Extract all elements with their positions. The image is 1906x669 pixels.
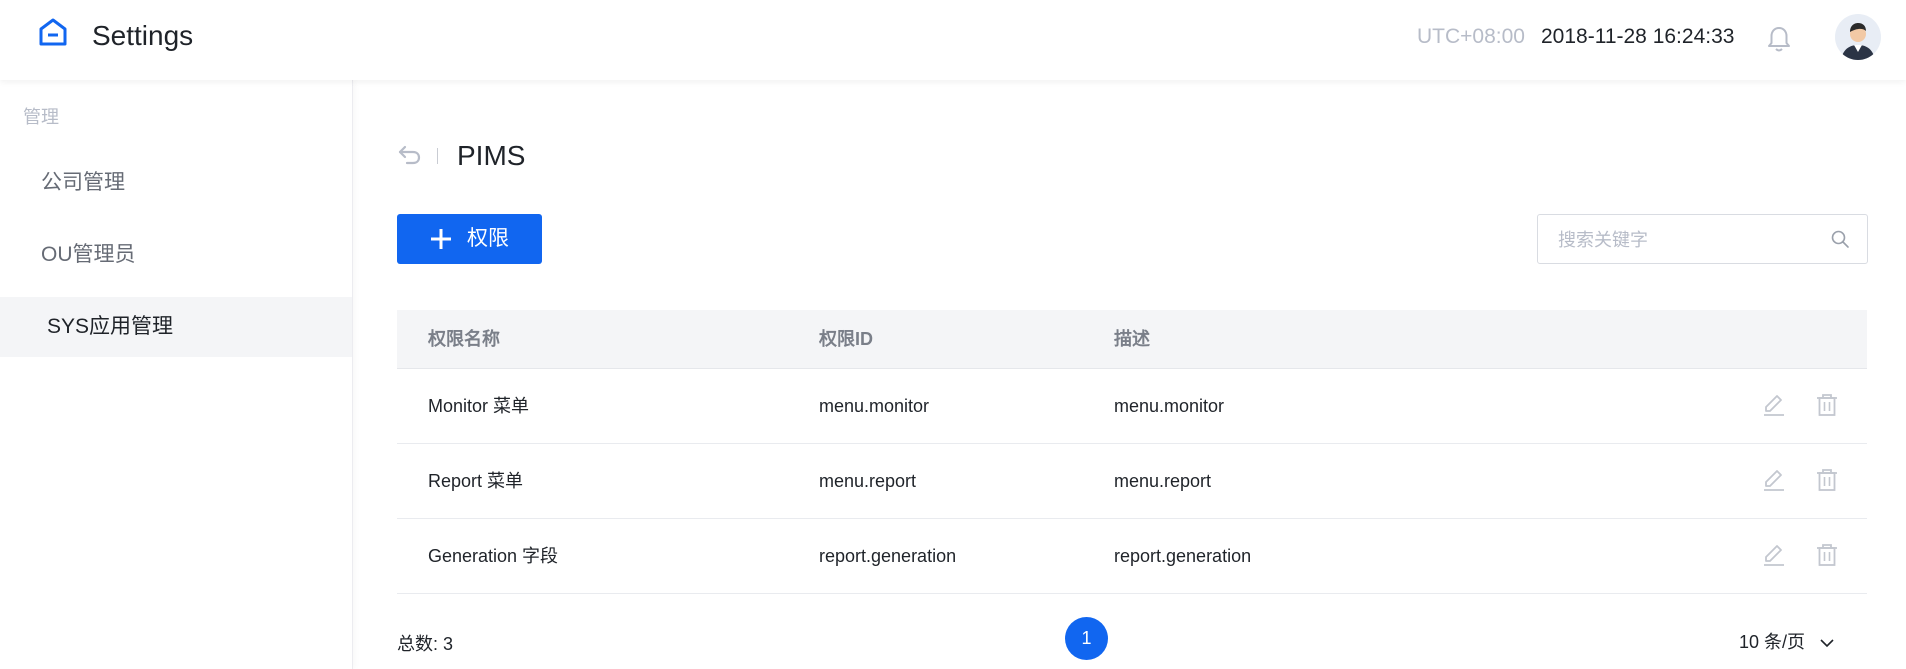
search-box	[1537, 214, 1868, 264]
column-header-name[interactable]: 权限名称	[428, 329, 500, 349]
trash-icon[interactable]	[1814, 467, 1840, 493]
trash-icon[interactable]	[1814, 392, 1840, 418]
sidebar-item-sys-apps[interactable]: SYS应用管理	[0, 297, 352, 357]
plus-icon	[431, 229, 451, 249]
search-icon[interactable]	[1830, 229, 1850, 249]
avatar[interactable]	[1835, 14, 1881, 60]
table-row[interactable]: Monitor 菜单 menu.monitor menu.monitor	[397, 369, 1867, 444]
column-header-description[interactable]: 描述	[1114, 329, 1150, 349]
cell-description: menu.report	[1114, 471, 1212, 491]
sidebar-group-label: 管理	[23, 107, 59, 127]
cell-id: menu.report	[819, 471, 917, 491]
table-row[interactable]: Generation 字段 report.generation report.g…	[397, 519, 1867, 594]
sidebar-item-label: OU管理员	[41, 243, 136, 266]
column-header-id[interactable]: 权限ID	[819, 329, 873, 349]
home-icon[interactable]	[38, 17, 68, 47]
page-size-select[interactable]: 10 条/页	[1739, 628, 1834, 654]
sidebar-item-label: 公司管理	[41, 171, 125, 194]
total-count: 总数: 3	[397, 634, 454, 654]
cell-id: report.generation	[819, 546, 957, 566]
trash-icon[interactable]	[1814, 542, 1840, 568]
edit-icon[interactable]	[1761, 467, 1787, 493]
datetime-label: 2018-11-28 16:24:33	[1541, 25, 1735, 48]
cell-name: Monitor 菜单	[428, 396, 530, 416]
cell-name: Generation 字段	[428, 546, 559, 566]
pagination-page-1[interactable]: 1	[1065, 617, 1108, 660]
page-size-label: 10 条/页	[1739, 632, 1806, 652]
user-avatar-icon	[1835, 14, 1881, 60]
sidebar-item-ou-admin[interactable]: OU管理员	[0, 225, 352, 285]
bell-icon[interactable]	[1765, 24, 1793, 54]
back-icon[interactable]	[397, 142, 423, 166]
permissions-table: 权限名称 权限ID 描述 Monitor 菜单 menu.monitor men…	[397, 310, 1867, 594]
cell-id: menu.monitor	[819, 396, 930, 416]
sidebar: 管理 公司管理 OU管理员 SYS应用管理	[0, 80, 353, 669]
cell-name: Report 菜单	[428, 471, 524, 491]
add-button-label: 权限	[467, 227, 509, 250]
page-title: PIMS	[457, 140, 526, 171]
top-header: Settings UTC+08:00 2018-11-28 16:24:33	[0, 0, 1906, 80]
cell-description: menu.monitor	[1114, 396, 1225, 416]
app-title: Settings	[92, 20, 194, 51]
sidebar-item-company[interactable]: 公司管理	[0, 153, 352, 213]
add-permission-button[interactable]: 权限	[397, 214, 542, 264]
table-header: 权限名称 权限ID 描述	[397, 310, 1867, 369]
cell-description: report.generation	[1114, 546, 1252, 566]
search-input[interactable]	[1556, 225, 1820, 255]
chevron-down-icon	[1820, 639, 1834, 648]
timezone-label: UTC+08:00	[1417, 25, 1525, 48]
edit-icon[interactable]	[1761, 542, 1787, 568]
edit-icon[interactable]	[1761, 392, 1787, 418]
table-row[interactable]: Report 菜单 menu.report menu.report	[397, 444, 1867, 519]
title-divider	[437, 148, 438, 164]
sidebar-item-label: SYS应用管理	[47, 315, 174, 338]
